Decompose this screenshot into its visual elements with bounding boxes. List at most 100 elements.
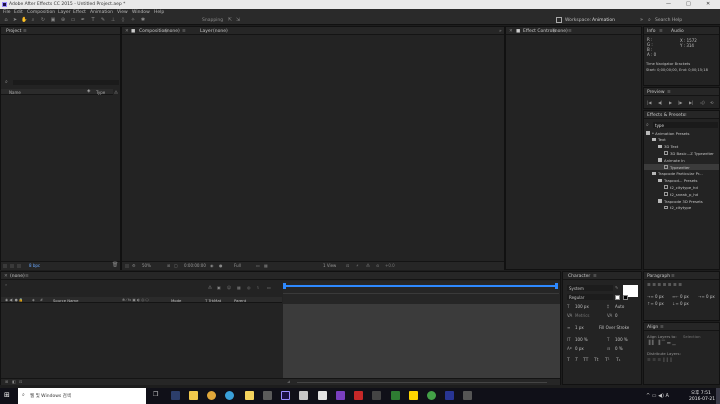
preview-tab[interactable]: Preview bbox=[647, 90, 665, 95]
new-composition-icon[interactable] bbox=[17, 264, 21, 268]
snapshot-icon[interactable]: ◉ bbox=[210, 263, 214, 268]
taskbar-app-terminal-icon[interactable] bbox=[372, 391, 381, 400]
preview-menu-icon[interactable]: ≡ bbox=[667, 90, 671, 95]
font-style-dropdown[interactable]: Regular bbox=[567, 294, 613, 300]
taskbar-app-red-icon[interactable] bbox=[354, 391, 363, 400]
paragraph-menu-icon[interactable]: ≡ bbox=[671, 274, 675, 279]
taskbar-app-blue-icon[interactable] bbox=[445, 391, 454, 400]
grid-icon[interactable]: ⊞ bbox=[167, 263, 170, 268]
taskbar-app-browser-icon[interactable] bbox=[225, 391, 234, 400]
stroke-width-value[interactable]: 1 px bbox=[575, 325, 584, 330]
effects-tree-item[interactable]: 3D Text bbox=[644, 144, 719, 150]
taskbar-app-messenger-icon[interactable] bbox=[245, 391, 254, 400]
effects-tree-item[interactable]: t2_citytype bbox=[644, 205, 719, 211]
delete-icon[interactable]: 🗑 bbox=[112, 262, 118, 268]
current-time-display[interactable]: 0:00:00:00 bbox=[184, 263, 206, 268]
superscript-button[interactable]: T¹ bbox=[605, 358, 610, 363]
composition-viewer[interactable] bbox=[122, 36, 504, 260]
transparency-grid-icon[interactable]: ▦ bbox=[264, 263, 268, 268]
graph-editor-icon[interactable]: ⌇ bbox=[257, 285, 259, 290]
view-layout-dropdown[interactable]: 1 View bbox=[323, 263, 336, 268]
show-desktop-button[interactable] bbox=[716, 388, 720, 404]
show-channel-icon[interactable]: ● bbox=[219, 263, 223, 268]
pen-tool-icon[interactable]: ✒ bbox=[80, 18, 86, 23]
taskbar-app-gray-icon[interactable] bbox=[463, 391, 472, 400]
subscript-button[interactable]: T₁ bbox=[616, 358, 621, 363]
menu-window[interactable]: Window bbox=[132, 10, 150, 15]
effects-tree-item[interactable]: Animate In bbox=[644, 157, 719, 163]
effects-tree-item[interactable]: * Animation Presets bbox=[644, 130, 719, 136]
effects-presets-tab[interactable]: Effects & Presets bbox=[647, 113, 685, 118]
first-frame-icon[interactable]: |◀ bbox=[647, 100, 651, 105]
label-tag-icon[interactable]: ◈ bbox=[87, 89, 90, 94]
camera-tool-icon[interactable]: ▣ bbox=[50, 18, 56, 23]
menu-effect[interactable]: Effect bbox=[73, 10, 86, 15]
align-to-dropdown[interactable]: Selection bbox=[683, 334, 701, 339]
all-caps-button[interactable]: TT bbox=[583, 358, 588, 363]
loop-icon[interactable]: ⟲ bbox=[710, 100, 713, 105]
region-of-interest-icon[interactable]: ▭ bbox=[256, 263, 260, 268]
eraser-tool-icon[interactable]: ◊ bbox=[120, 18, 126, 23]
comp-mini-flowchart-icon[interactable]: ⁂ bbox=[208, 285, 212, 290]
draft-3d-icon[interactable]: ▣ bbox=[217, 285, 221, 290]
workspace-menu-icon[interactable] bbox=[556, 17, 562, 23]
info-menu-icon[interactable]: ≡ bbox=[659, 29, 663, 34]
taskbar-search-box[interactable]: ⌕ 웹 및 Windows 검색 bbox=[18, 388, 146, 404]
align-buttons-row[interactable]: ≡ ≡ ≡ ≡ ≡ ≡ ≡ bbox=[647, 283, 682, 288]
taskbar-app-notepad-icon[interactable] bbox=[299, 391, 308, 400]
task-view-icon[interactable]: ❐ bbox=[153, 391, 158, 398]
play-icon[interactable]: ▶ bbox=[669, 100, 672, 105]
new-folder-icon[interactable] bbox=[10, 264, 14, 268]
project-tab[interactable]: Project bbox=[6, 29, 21, 34]
taskbar-app-window-icon[interactable] bbox=[318, 391, 327, 400]
effects-search-input[interactable]: type bbox=[653, 122, 718, 128]
brainstorm-icon[interactable]: ▭ bbox=[267, 285, 271, 290]
effects-tree-item[interactable]: 3D Basic...Z Typewriter bbox=[644, 150, 719, 156]
resolution-dropdown[interactable]: Full bbox=[234, 263, 241, 268]
work-area-start-handle[interactable] bbox=[283, 283, 286, 289]
kerning-value[interactable]: Metrics bbox=[575, 313, 590, 318]
switches-column-icons[interactable]: ✻ ⁄ fx ▣ ◐ ◎ ⬡ bbox=[122, 298, 149, 302]
timeline-zoom-slider[interactable] bbox=[297, 382, 547, 383]
tsume-value[interactable]: 0 % bbox=[615, 346, 623, 351]
effects-tree-item[interactable]: Text bbox=[644, 137, 719, 143]
info-tab[interactable]: Info bbox=[647, 29, 656, 34]
tray-icons[interactable]: ^ ▭ ◀) A bbox=[646, 393, 669, 399]
menu-file[interactable]: File bbox=[3, 10, 11, 15]
menu-composition[interactable]: Composition bbox=[27, 10, 55, 15]
hand-tool-icon[interactable]: ✋ bbox=[21, 18, 27, 23]
windows-start-icon[interactable]: ⊞ bbox=[4, 391, 10, 399]
brush-tool-icon[interactable]: ✎ bbox=[100, 18, 106, 23]
stroke-color-swatch[interactable] bbox=[623, 295, 628, 300]
trkmat-column[interactable]: T TrkMat bbox=[205, 298, 221, 303]
taskbar-app-green-icon[interactable] bbox=[391, 391, 400, 400]
effects-tree-item[interactable]: Trapcode Particular Pr... bbox=[644, 171, 719, 177]
close-tab-icon[interactable]: ✕ bbox=[125, 29, 129, 34]
project-search-input[interactable] bbox=[13, 80, 119, 85]
stroke-type-dropdown[interactable]: Fill Over Stroke bbox=[599, 325, 629, 330]
character-menu-icon[interactable]: ≡ bbox=[593, 274, 597, 279]
selection-tool-icon[interactable]: ➤ bbox=[12, 18, 18, 23]
font-family-dropdown[interactable]: System bbox=[567, 285, 613, 291]
align-buttons[interactable]: ▐ ▌ ▐ ▔ ▬ ▁ bbox=[647, 341, 676, 346]
composition-lock-icon[interactable]: ■ bbox=[131, 29, 135, 34]
mode-column[interactable]: Mode bbox=[171, 298, 181, 303]
search-help-input[interactable]: Search Help bbox=[655, 18, 682, 23]
paragraph-tab[interactable]: Paragraph bbox=[647, 274, 670, 279]
effects-tree-item[interactable]: Typewriter bbox=[644, 164, 719, 170]
taskbar-app-explorer-icon[interactable] bbox=[171, 391, 180, 400]
work-area-bar[interactable] bbox=[285, 285, 557, 287]
clock-time[interactable]: 오후 7:51 bbox=[691, 390, 711, 396]
faux-italic-button[interactable]: T bbox=[575, 358, 578, 363]
snapping-icon[interactable]: ⇱ bbox=[227, 18, 233, 23]
roto-brush-tool-icon[interactable]: ✧ bbox=[130, 18, 136, 23]
tracking-value[interactable]: 0 bbox=[615, 313, 618, 318]
exposure-value[interactable]: +0.0 bbox=[385, 263, 395, 268]
leading-value[interactable]: Auto bbox=[615, 304, 624, 309]
font-size-value[interactable]: 100 px bbox=[575, 304, 589, 309]
horizontal-scale-value[interactable]: 100 % bbox=[615, 337, 628, 342]
composition-tab-value[interactable]: (none) bbox=[165, 29, 180, 34]
work-area-end-handle[interactable] bbox=[555, 283, 558, 289]
parent-column[interactable]: Parent bbox=[234, 298, 246, 303]
in-out-pane-icon[interactable]: ⊡ bbox=[19, 379, 22, 384]
